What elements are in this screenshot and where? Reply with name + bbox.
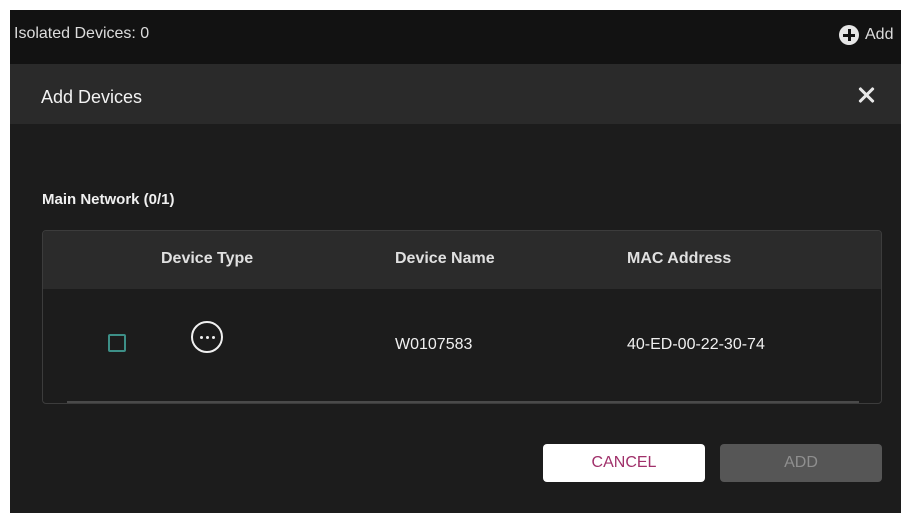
column-header-mac-address: MAC Address (627, 250, 732, 267)
row-checkbox[interactable] (108, 334, 126, 352)
mac-address-cell: 40-ED-00-22-30-74 (627, 336, 765, 353)
top-bar: Isolated Devices: 0 Add (10, 10, 901, 64)
cancel-button[interactable]: CANCEL (543, 444, 705, 482)
page-top-margin (0, 0, 901, 10)
row-divider (67, 401, 859, 403)
devices-table: Device Type Device Name MAC Address W010… (42, 230, 882, 404)
plus-circle-icon (839, 25, 859, 45)
dialog-header: Add Devices (10, 64, 901, 124)
add-devices-button[interactable]: ADD (720, 444, 882, 482)
close-icon[interactable] (855, 84, 877, 106)
add-button[interactable]: Add (839, 25, 901, 45)
device-name-cell: W0107583 (395, 336, 473, 353)
dialog-title: Add Devices (41, 87, 143, 107)
add-devices-dialog: Add Devices Main Network (0/1) Device Ty… (10, 64, 901, 513)
section-title: Main Network (0/1) (42, 191, 175, 208)
column-header-device-name: Device Name (395, 250, 495, 267)
add-button-label: Add (865, 26, 894, 43)
isolated-devices-label: Isolated Devices: 0 (14, 25, 150, 42)
column-header-device-type: Device Type (161, 250, 254, 267)
table-row: W0107583 40-ED-00-22-30-74 (43, 289, 881, 401)
table-header: Device Type Device Name MAC Address (43, 231, 881, 289)
more-horizontal-icon (191, 321, 223, 353)
